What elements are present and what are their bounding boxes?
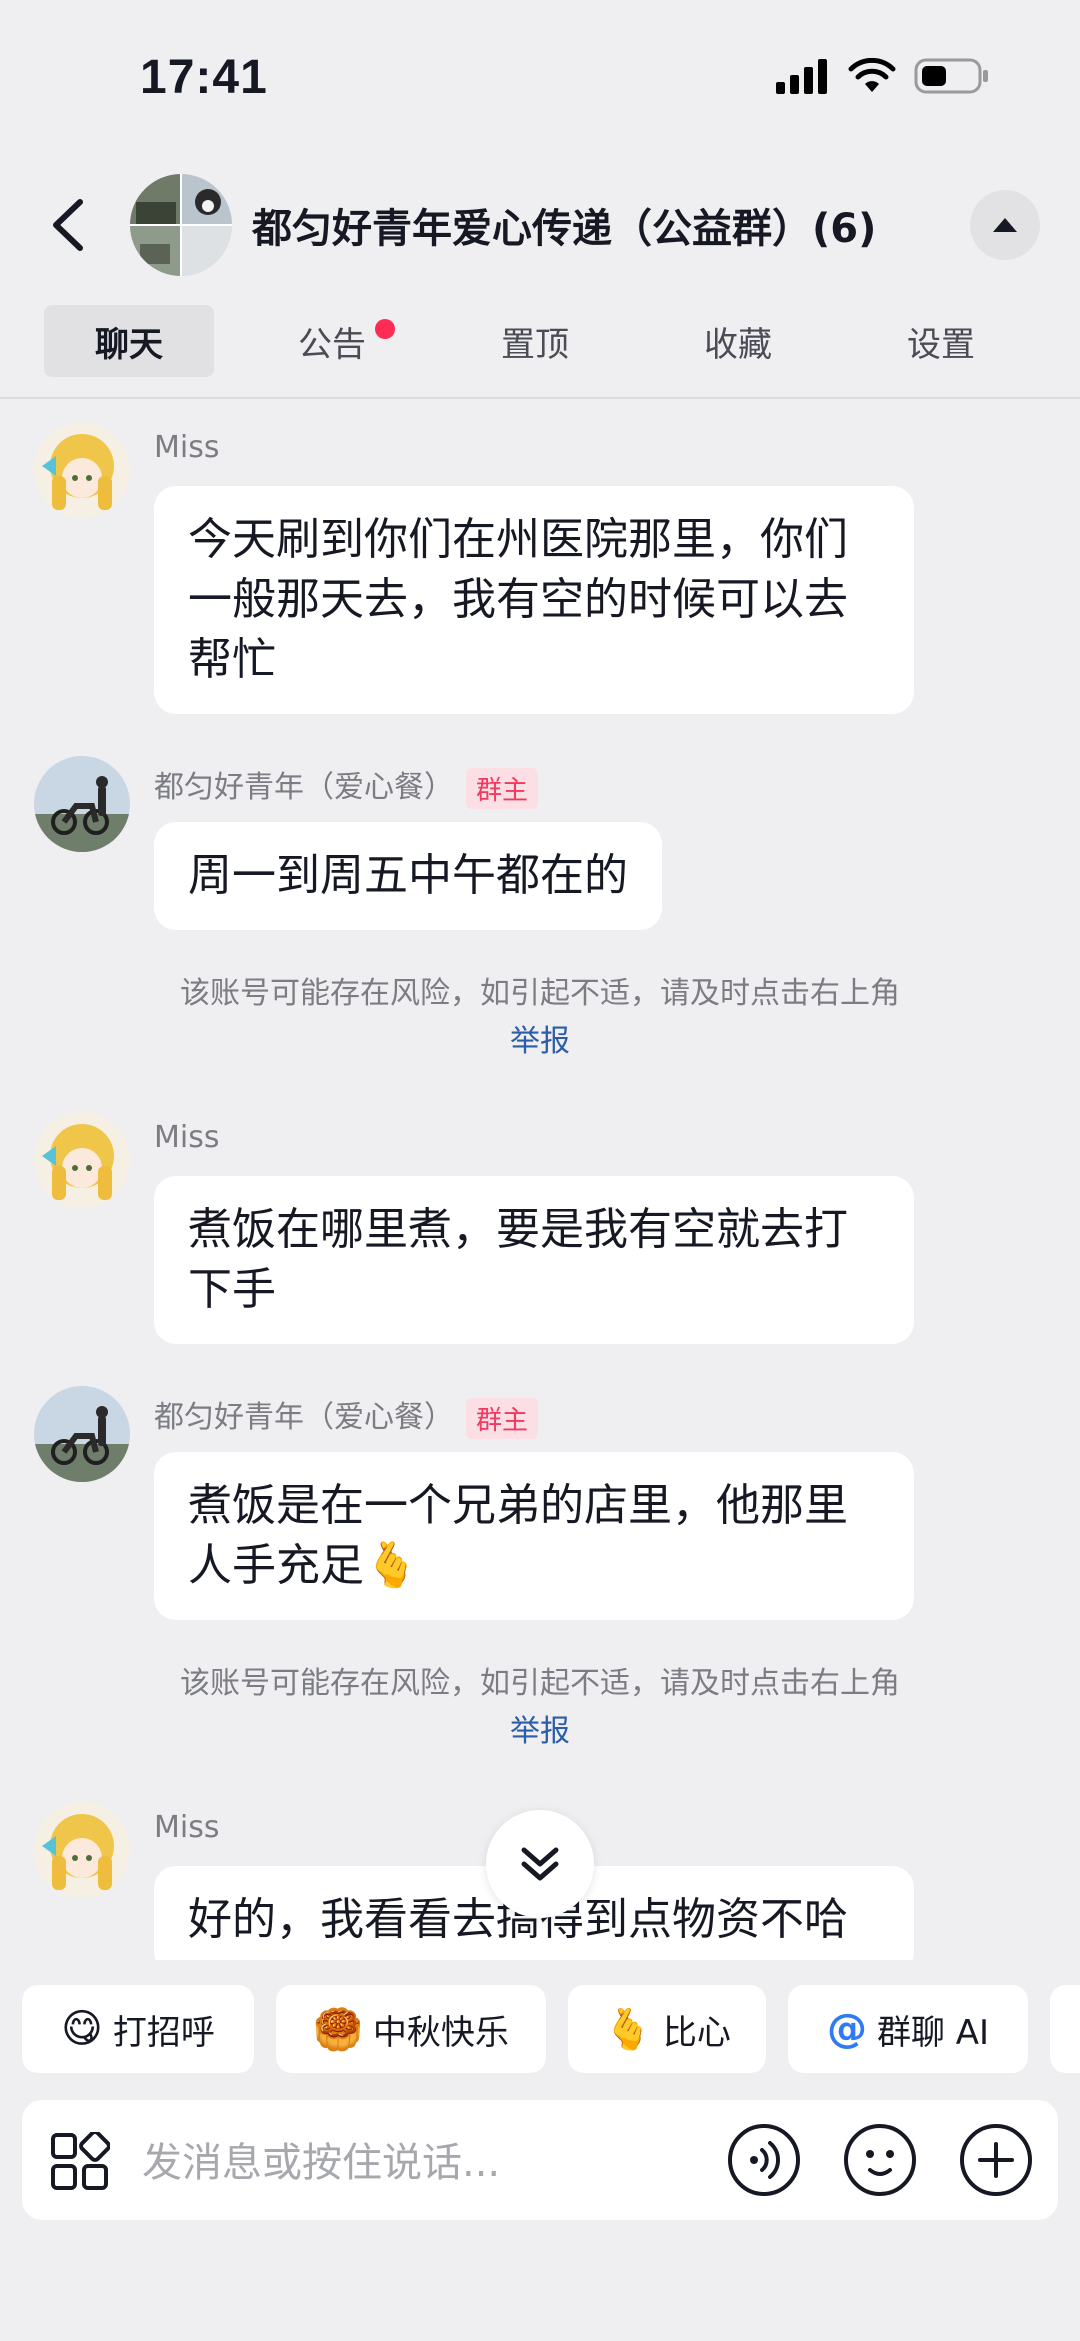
sender-label: Miss [154,1120,220,1155]
status-icons [774,58,990,94]
sender-name: Miss [154,430,219,465]
quick-reply-label: 群聊 AI [876,2012,990,2053]
sender-name: 都匀好青年（爱心餐） 群主 [154,1392,539,1439]
avatar-group-owner[interactable] [34,1386,130,1482]
quick-reply-more[interactable] [1050,1985,1080,2073]
message-text: 煮饭是在一个兄弟的店里，他那里人手充足🫰 [188,1480,848,1591]
anime-girl-avatar [34,422,130,518]
sender-name: 都匀好青年（爱心餐） 群主 [154,762,539,809]
risk-notice-text: 该账号可能存在风险，如引起不适，请及时点击右上角 [180,976,900,1011]
tab-label: 收藏 [704,324,772,365]
chat-message-list[interactable]: Miss 今天刷到你们在州医院那里，你们一般那天去，我有空的时候可以去帮忙 都匀… [0,400,1080,1960]
chevron-left-icon [53,199,83,251]
header-divider [0,397,1080,399]
avatar-miss[interactable] [34,1802,130,1898]
message-text: 煮饭在哪里煮，要是我有空就去打下手 [188,1204,848,1315]
avatar-miss[interactable] [34,422,130,518]
quick-reply-label: 打招呼 [112,2012,215,2053]
message-bubble[interactable]: 煮饭在哪里煮，要是我有空就去打下手 [154,1176,914,1344]
group-title[interactable]: 都匀好青年爱心传递（公益群）(6) [252,196,876,254]
report-link[interactable]: 举报 [0,1708,1080,1756]
quick-reply-label: 比心 [662,2012,731,2053]
signal-icon [776,59,827,94]
group-avatar-collage [130,174,232,276]
sender-name: Miss [154,1810,219,1845]
back-button[interactable] [40,190,100,260]
motorcycle-avatar [34,1386,130,1482]
unread-dot [375,319,395,339]
scroll-to-bottom-button[interactable] [486,1810,594,1918]
quick-reply-heart[interactable]: 🫰 比心 [568,1985,766,2073]
group-avatar[interactable] [130,174,232,276]
apps-button[interactable] [50,2130,111,2192]
avatar-miss[interactable] [34,1112,130,1208]
sender-label: Miss [154,1810,220,1845]
tab-label: 聊天 [95,324,163,365]
collapse-button[interactable] [970,190,1040,260]
sender-label: 都匀好青年（爱心餐） [154,770,454,805]
avatar-group-owner[interactable] [34,756,130,852]
message-input[interactable]: 发消息或按住说话... [142,2130,500,2188]
tab-bar: 聊天 公告 置顶 收藏 设置 [0,300,1080,380]
wifi-icon [848,58,896,92]
message-text: 周一到周五中午都在的 [188,850,628,901]
face-savoring-icon: 😋 [61,2006,103,2052]
tab-chat[interactable]: 聊天 [44,305,214,377]
apps-grid-icon [51,2130,111,2190]
mooncake-icon: 🥮 [313,2006,363,2053]
tab-announcement[interactable]: 公告 [247,305,417,377]
emoji-button[interactable] [842,2122,918,2198]
tab-label: 设置 [907,324,975,365]
finger-heart-icon: 🫰 [603,2006,653,2053]
group-owner-badge: 群主 [466,1398,539,1439]
message-bubble[interactable]: 周一到周五中午都在的 [154,822,662,930]
report-link[interactable]: 举报 [0,1018,1080,1066]
anime-girl-avatar [34,1802,130,1898]
message-bubble[interactable]: 今天刷到你们在州医院那里，你们一般那天去，我有空的时候可以去帮忙 [154,486,914,714]
chat-header: 都匀好青年爱心传递（公益群）(6) [0,160,1080,290]
more-actions-button[interactable] [958,2122,1034,2198]
double-chevron-down-icon [521,1847,559,1881]
anime-girl-avatar [34,1112,130,1208]
status-bar: 17:41 [0,0,1080,160]
quick-reply-group-ai[interactable]: @ 群聊 AI [788,1985,1028,2073]
triangle-up-icon [993,218,1017,232]
sender-label: 都匀好青年（爱心餐） [154,1400,454,1435]
voice-button[interactable] [726,2122,802,2198]
message-input-bar: 发消息或按住说话... [22,2100,1058,2220]
battery-icon [914,58,988,94]
motorcycle-avatar [34,756,130,852]
risk-notice: 该账号可能存在风险，如引起不适，请及时点击右上角 举报 [0,1660,1080,1756]
quick-reply-mid-autumn[interactable]: 🥮 中秋快乐 [276,1985,546,2073]
group-owner-badge: 群主 [466,768,539,809]
tab-favorites[interactable]: 收藏 [653,305,823,377]
quick-reply-greet[interactable]: 😋 打招呼 [22,1985,254,2073]
status-time: 17:41 [140,51,268,104]
risk-notice-text: 该账号可能存在风险，如引起不适，请及时点击右上角 [180,1666,900,1701]
voice-wave-icon [728,2124,800,2196]
tab-label: 置顶 [501,324,569,365]
plus-icon [960,2124,1032,2196]
quick-reply-bar: 😋 打招呼 🥮 中秋快乐 🫰 比心 @ 群聊 AI [0,1985,1080,2075]
sender-label: Miss [154,430,220,465]
tab-settings[interactable]: 设置 [856,305,1026,377]
quick-reply-label: 中秋快乐 [372,2012,509,2053]
smiley-face-icon [844,2124,916,2196]
at-sign-icon: @ [826,2006,867,2052]
risk-notice: 该账号可能存在风险，如引起不适，请及时点击右上角 举报 [0,970,1080,1066]
tab-pinned[interactable]: 置顶 [450,305,620,377]
message-bubble[interactable]: 煮饭是在一个兄弟的店里，他那里人手充足🫰 [154,1452,914,1620]
tab-label: 公告 [298,324,366,365]
message-text: 今天刷到你们在州医院那里，你们一般那天去，我有空的时候可以去帮忙 [188,514,848,685]
sender-name: Miss [154,1120,219,1155]
